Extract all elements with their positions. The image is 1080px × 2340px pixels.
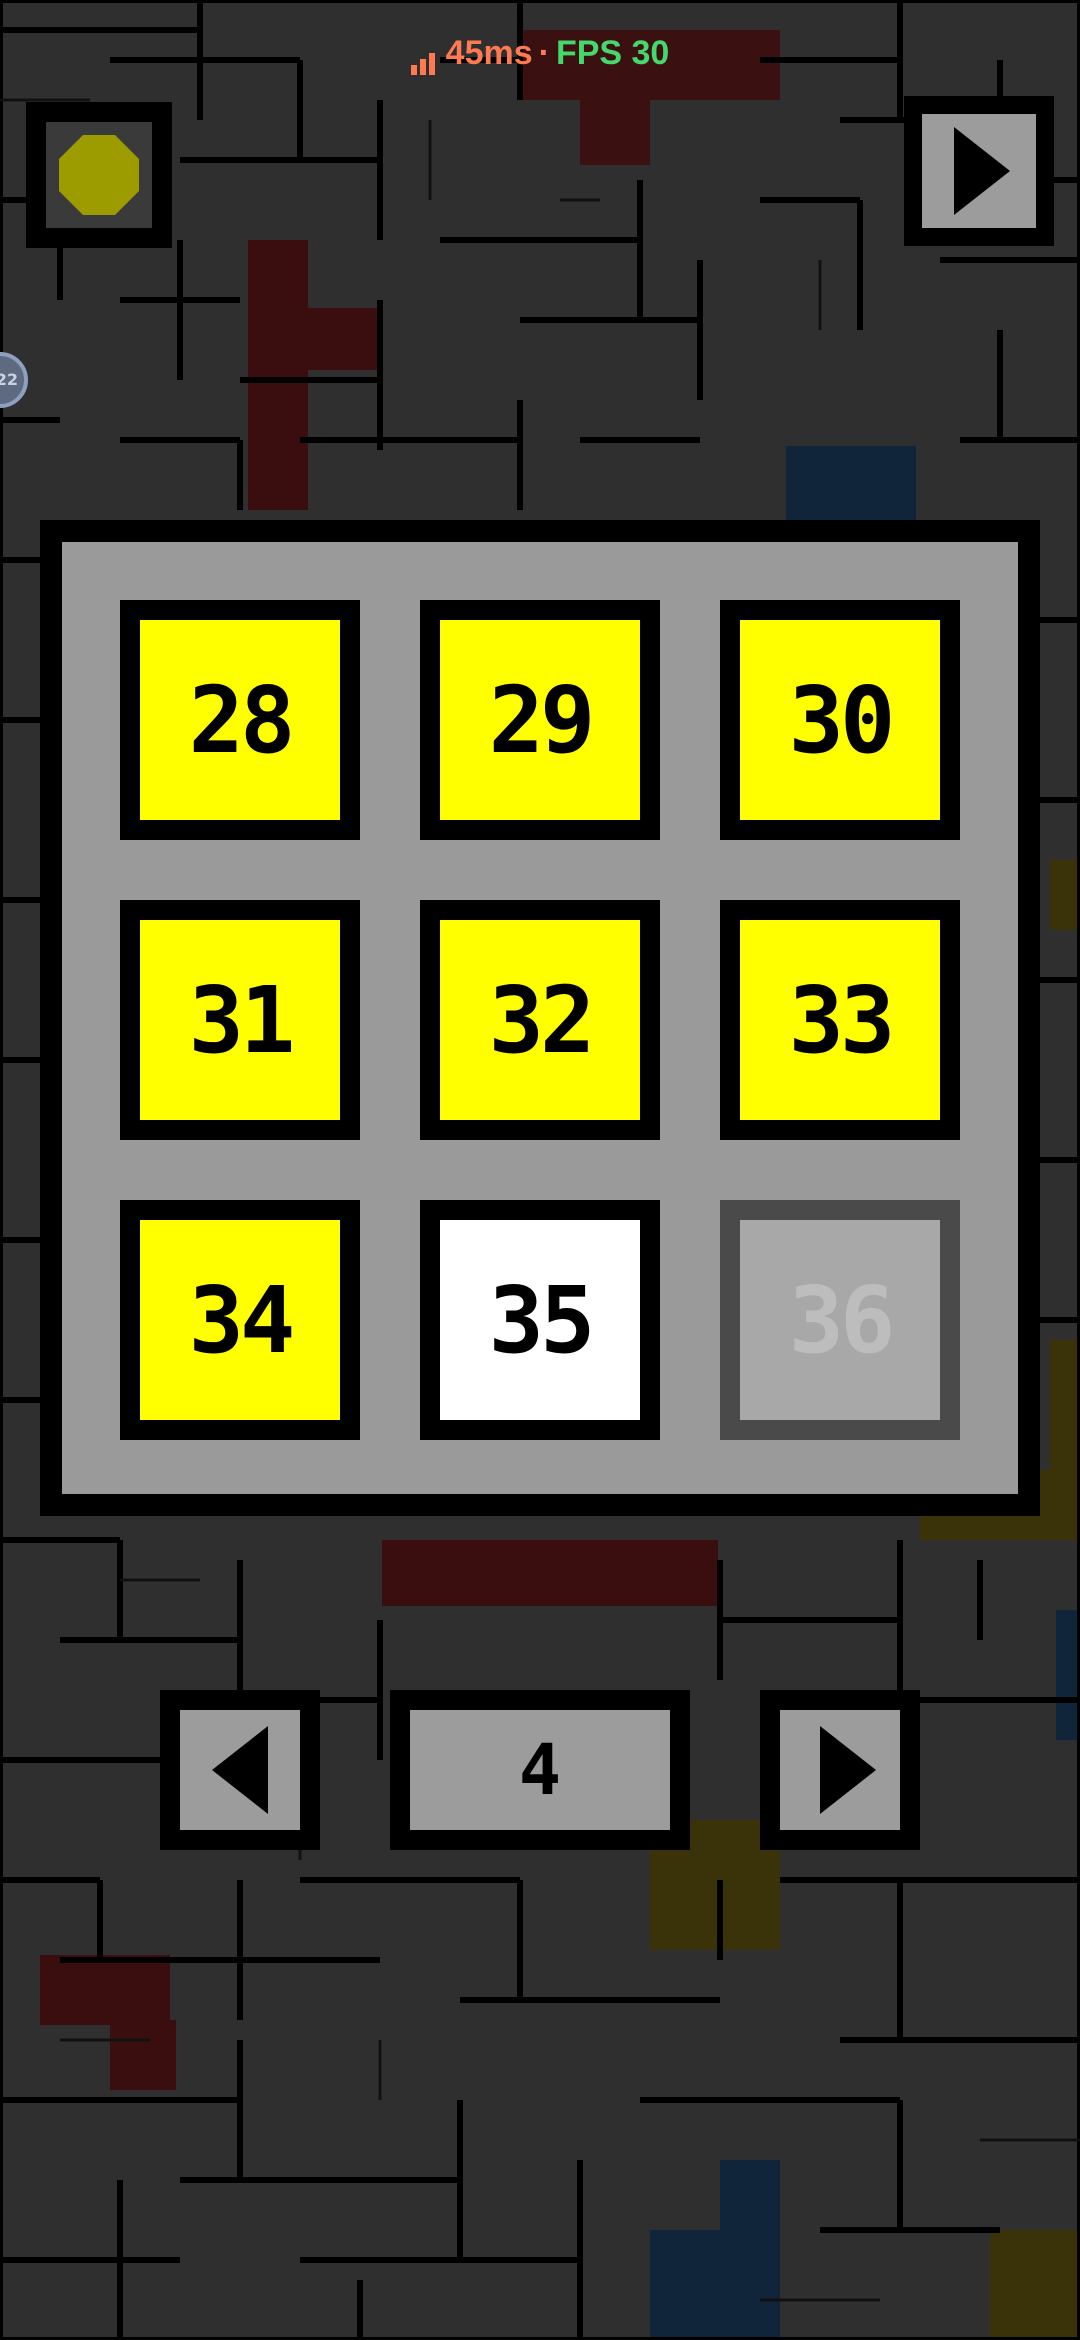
level-number: 33 xyxy=(740,920,940,1120)
level-number: 36 xyxy=(740,1220,940,1420)
level-number: 28 xyxy=(140,620,340,820)
page-number: 4 xyxy=(410,1710,670,1830)
play-icon xyxy=(954,127,1010,215)
signal-icon xyxy=(410,36,438,75)
level-tile-29[interactable]: 29 xyxy=(420,600,660,840)
arrow-left-icon xyxy=(212,1726,268,1814)
performance-overlay: 45ms · FPS 30 xyxy=(0,34,1080,75)
level-tile-35[interactable]: 35 xyxy=(420,1200,660,1440)
coin-icon xyxy=(59,135,139,215)
ping-value: 45ms xyxy=(445,34,533,72)
level-number: 30 xyxy=(740,620,940,820)
coin-button[interactable] xyxy=(26,102,172,248)
level-tile-34[interactable]: 34 xyxy=(120,1200,360,1440)
level-number: 31 xyxy=(140,920,340,1120)
level-number: 32 xyxy=(440,920,640,1120)
level-number: 35 xyxy=(440,1220,640,1420)
level-tile-36-locked: 36 xyxy=(720,1200,960,1440)
level-tile-33[interactable]: 33 xyxy=(720,900,960,1140)
page-indicator: 4 xyxy=(390,1690,690,1850)
prev-page-button[interactable] xyxy=(160,1690,320,1850)
level-select-panel: 28 29 30 31 32 33 34 35 36 xyxy=(40,520,1040,1516)
level-tile-31[interactable]: 31 xyxy=(120,900,360,1140)
level-tile-28[interactable]: 28 xyxy=(120,600,360,840)
level-tile-30[interactable]: 30 xyxy=(720,600,960,840)
level-number: 34 xyxy=(140,1220,340,1420)
fps-value: FPS 30 xyxy=(555,34,670,72)
next-page-button[interactable] xyxy=(760,1690,920,1850)
level-tile-32[interactable]: 32 xyxy=(420,900,660,1140)
arrow-right-icon xyxy=(820,1726,876,1814)
separator: · xyxy=(538,34,550,72)
level-number: 29 xyxy=(440,620,640,820)
play-button[interactable] xyxy=(904,96,1054,246)
